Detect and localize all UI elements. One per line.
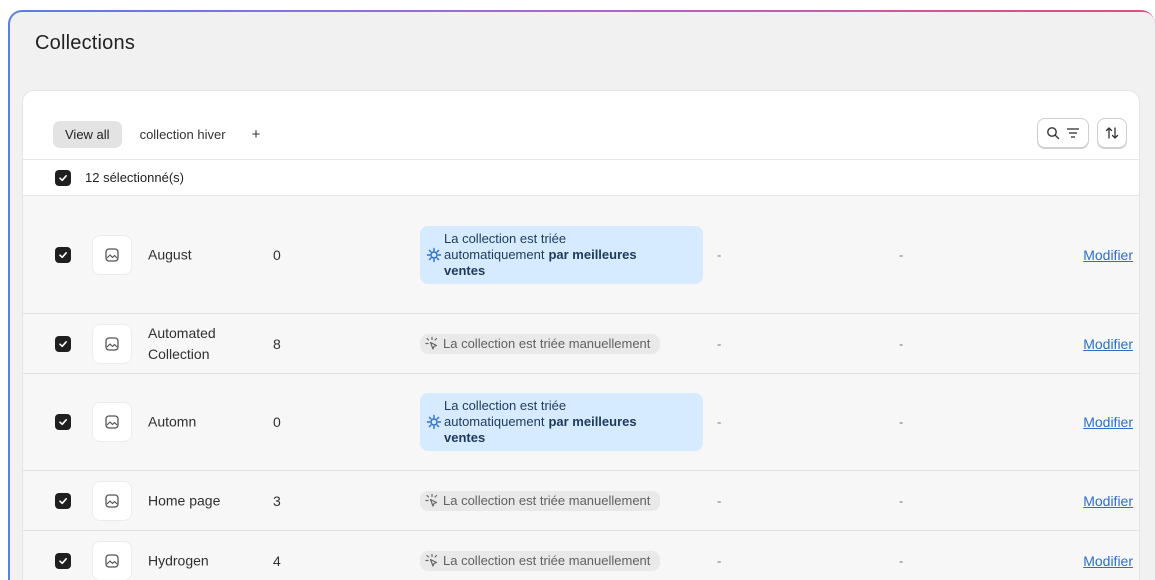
search-icon	[1046, 126, 1060, 140]
empty-cell: -	[899, 415, 903, 430]
gear-sort-icon	[426, 247, 442, 263]
empty-cell: -	[717, 247, 721, 262]
auto-sort-badge: La collection est triée automatiquementp…	[420, 393, 703, 451]
table-row[interactable]: Automn 0 La collection est triée automat…	[23, 374, 1139, 471]
collection-thumbnail	[92, 402, 132, 442]
row-checkbox[interactable]	[55, 553, 71, 569]
empty-cell: -	[717, 415, 721, 430]
image-placeholder-icon	[104, 553, 120, 569]
collection-name[interactable]: Hydrogen	[148, 550, 248, 571]
product-count: 0	[273, 414, 281, 430]
manual-sort-badge: La collection est triée manuellement	[420, 491, 660, 511]
table-row[interactable]: Automated Collection 8 La collection est…	[23, 314, 1139, 374]
collection-list: August 0 La collection est triée automat…	[23, 196, 1139, 580]
image-placeholder-icon	[104, 247, 120, 263]
select-all-checkbox[interactable]	[55, 170, 71, 186]
row-checkbox[interactable]	[55, 414, 71, 430]
collections-card: View all collection hiver + 12 sélection…	[22, 90, 1140, 580]
checkmark-icon	[58, 556, 68, 566]
row-checkbox[interactable]	[55, 493, 71, 509]
image-placeholder-icon	[104, 414, 120, 430]
modify-link[interactable]: Modifier	[1083, 493, 1133, 509]
table-row[interactable]: Home page 3 La collection est triée manu…	[23, 471, 1139, 531]
auto-sort-text-1: La collection est triée	[426, 398, 693, 414]
product-count: 0	[273, 247, 281, 263]
checkmark-icon	[58, 339, 68, 349]
empty-cell: -	[899, 247, 903, 262]
empty-cell: -	[717, 336, 721, 351]
auto-sort-text-3: ventes	[426, 263, 693, 279]
table-row[interactable]: August 0 La collection est triée automat…	[23, 196, 1139, 314]
collection-thumbnail	[92, 235, 132, 275]
filter-icon	[1066, 127, 1080, 139]
product-count: 3	[273, 493, 281, 509]
collection-thumbnail	[92, 541, 132, 580]
row-checkbox[interactable]	[55, 247, 71, 263]
manual-sort-icon	[424, 336, 440, 352]
manual-sort-icon	[424, 553, 440, 569]
checkmark-icon	[58, 417, 68, 427]
auto-sort-bold: par meilleures	[548, 247, 636, 263]
modify-link[interactable]: Modifier	[1083, 414, 1133, 430]
image-placeholder-icon	[104, 336, 120, 352]
collection-thumbnail	[92, 324, 132, 364]
sort-icon	[1105, 126, 1119, 140]
empty-cell: -	[899, 336, 903, 351]
auto-sort-text-1: La collection est triée	[426, 231, 693, 247]
modify-link[interactable]: Modifier	[1083, 336, 1133, 352]
tab-view-all[interactable]: View all	[53, 121, 122, 148]
auto-sort-text-3: ventes	[426, 430, 693, 446]
row-checkbox[interactable]	[55, 336, 71, 352]
manual-sort-badge: La collection est triée manuellement	[420, 334, 660, 354]
manual-sort-icon	[424, 493, 440, 509]
manual-sort-badge: La collection est triée manuellement	[420, 551, 660, 571]
checkmark-icon	[58, 173, 68, 183]
modify-link[interactable]: Modifier	[1083, 247, 1133, 263]
selection-bar: 12 sélectionné(s)	[23, 159, 1139, 196]
tab-collection-hiver[interactable]: collection hiver	[128, 121, 238, 148]
page-container: Collections View all collection hiver +	[10, 12, 1155, 580]
add-view-button[interactable]: +	[244, 122, 269, 147]
collection-name[interactable]: Automated Collection	[148, 323, 248, 365]
window-frame: Collections View all collection hiver +	[8, 10, 1155, 580]
auto-sort-bold: par meilleures	[548, 414, 636, 430]
image-placeholder-icon	[104, 493, 120, 509]
search-filter-button[interactable]	[1037, 118, 1089, 148]
manual-sort-text: La collection est triée manuellement	[443, 336, 650, 351]
collection-name[interactable]: August	[148, 244, 248, 265]
auto-sort-text-2: automatiquement	[444, 247, 544, 263]
collection-name[interactable]: Automn	[148, 412, 248, 433]
empty-cell: -	[899, 493, 903, 508]
auto-sort-text-2: automatiquement	[444, 414, 544, 430]
collection-thumbnail	[92, 481, 132, 521]
auto-sort-badge: La collection est triée automatiquementp…	[420, 226, 703, 284]
manual-sort-text: La collection est triée manuellement	[443, 493, 650, 508]
page-title: Collections	[35, 32, 135, 55]
checkmark-icon	[58, 496, 68, 506]
product-count: 4	[273, 553, 281, 569]
modify-link[interactable]: Modifier	[1083, 553, 1133, 569]
sort-button[interactable]	[1097, 118, 1127, 148]
selection-count: 12 sélectionné(s)	[85, 170, 184, 185]
gear-sort-icon	[426, 414, 442, 430]
collection-name[interactable]: Home page	[148, 490, 248, 511]
checkmark-icon	[58, 250, 68, 260]
toolbar	[1037, 118, 1127, 148]
empty-cell: -	[717, 493, 721, 508]
table-row[interactable]: Hydrogen 4 La collection est triée manue…	[23, 531, 1139, 580]
view-tabs: View all collection hiver +	[53, 119, 274, 149]
product-count: 8	[273, 336, 281, 352]
